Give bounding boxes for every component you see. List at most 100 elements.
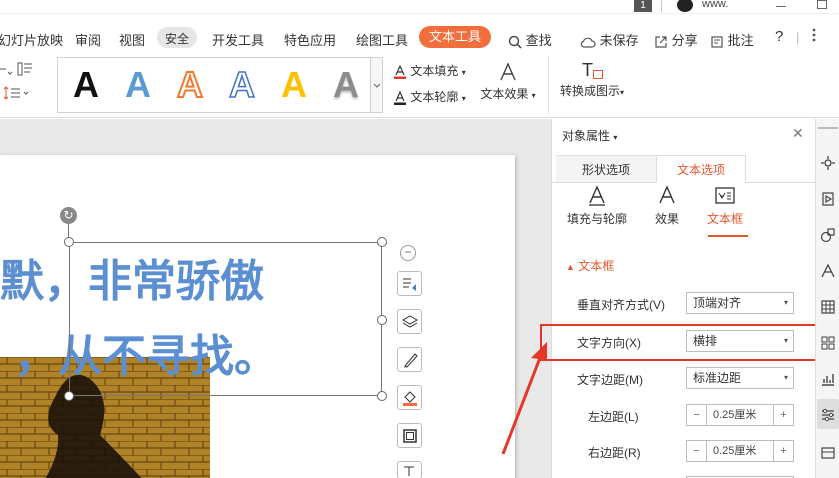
style-black[interactable]: A (62, 62, 110, 108)
increment-button[interactable]: + (773, 441, 793, 461)
save-status-label: 未保存 (599, 33, 639, 48)
left-margin-stepper[interactable]: − 0.25厘米 + (686, 404, 794, 426)
resize-handle-tl[interactable] (64, 237, 74, 247)
left-margin-value[interactable]: 0.25厘米 (713, 405, 756, 425)
fill-style-button[interactable] (397, 385, 422, 410)
subtab-textbox[interactable]: 文本框 (690, 185, 760, 227)
line-spacing-icon[interactable] (0, 62, 34, 76)
text-effect-label: 文本效果 (480, 87, 529, 101)
convert-diagram-icon-letter: T (582, 60, 593, 80)
pen-icon (404, 353, 418, 368)
chevron-down-icon: ▾ (783, 298, 788, 307)
ribbon: A A A A A A 文本填充 ▾ 文本轮廓 ▾ 文本效果 ▾ T 转换成图示… (0, 52, 839, 118)
vertical-align-select[interactable]: 顶端对齐 ▾ (686, 292, 794, 314)
subtab-fill-outline-label: 填充与轮廓 (566, 212, 627, 226)
menu-security[interactable]: 安全 (157, 27, 198, 48)
style-blue[interactable]: A (114, 62, 162, 108)
highlight-box (540, 324, 818, 361)
collapse-triangle-icon: ▲ (566, 262, 575, 272)
text-style-icon[interactable] (820, 263, 836, 279)
comment-button[interactable]: 批注 (710, 30, 754, 49)
chevron-down-icon: ▾ (783, 373, 788, 382)
resize-handle-r[interactable] (377, 315, 387, 325)
decrement-button[interactable]: − (687, 441, 707, 461)
style-orange-outline[interactable]: A (166, 62, 214, 108)
resize-handle-bl[interactable] (64, 391, 74, 401)
style-gray[interactable]: A (322, 62, 370, 108)
menu-view[interactable]: 视图 (119, 30, 145, 49)
text-box-selection[interactable] (69, 242, 382, 396)
doc-count-badge: 1 (634, 0, 652, 12)
chart-icon[interactable] (820, 371, 836, 387)
paragraph-spacing-icon[interactable] (4, 86, 30, 100)
layer-button[interactable] (397, 309, 422, 334)
frame-icon (403, 429, 417, 443)
share-icon (655, 35, 667, 48)
search-label: 查找 (525, 33, 552, 48)
menu-slideshow[interactable]: 幻灯片放映 (0, 30, 63, 49)
paint-bucket-icon (403, 391, 417, 406)
menu-review[interactable]: 审阅 (75, 30, 101, 49)
section-textbox[interactable]: ▲ 文本框 (566, 257, 614, 274)
menu-dev-tools[interactable]: 开发工具 (212, 30, 264, 49)
search-button[interactable]: 查找 (508, 30, 552, 49)
user-name[interactable]: www. (702, 0, 728, 10)
share-button[interactable]: 分享 (654, 30, 698, 49)
properties-icon[interactable] (820, 407, 836, 423)
table-icon[interactable] (820, 299, 836, 315)
left-margin-label: 左边距(L) (588, 410, 639, 424)
subtab-fill-outline[interactable]: 填充与轮廓 (562, 185, 632, 227)
vertical-align-label: 垂直对齐方式(V) (577, 298, 665, 312)
border-style-button[interactable] (397, 423, 422, 448)
pen-style-button[interactable] (397, 347, 422, 372)
right-margin-label: 右边距(R) (588, 446, 641, 460)
right-margin-stepper[interactable]: − 0.25厘米 + (686, 440, 794, 462)
collapse-toolbar-button[interactable]: − (400, 245, 416, 261)
style-blue-outline[interactable]: A (218, 62, 266, 108)
text-effect-button[interactable]: 文本效果 ▾ (478, 62, 538, 102)
gallery-scroll[interactable] (371, 57, 383, 113)
text-outline-label: 文本轮廓 (410, 90, 459, 104)
right-margin-value[interactable]: 0.25厘米 (713, 441, 756, 461)
more-button[interactable] (811, 26, 817, 43)
text-fill-label: 文本填充 (410, 64, 459, 78)
grid-icon[interactable] (820, 335, 836, 351)
tab-text-options[interactable]: 文本选项 (656, 155, 746, 183)
avatar[interactable] (677, 0, 693, 12)
text-margin-select[interactable]: 标准边距 ▾ (686, 367, 794, 389)
menu-text-tools[interactable]: 文本工具 (419, 26, 491, 48)
text-outline-button[interactable]: 文本轮廓 ▾ (393, 88, 466, 105)
decrement-button[interactable]: − (687, 405, 707, 425)
shapes-icon[interactable] (820, 227, 836, 243)
cloud-icon (580, 37, 596, 48)
tab-shape-options[interactable]: 形状选项 (556, 155, 656, 183)
text-fill-button[interactable]: 文本填充 ▾ (393, 62, 466, 79)
animation-icon[interactable] (820, 191, 836, 207)
resize-handle-tr[interactable] (377, 237, 387, 247)
increment-button[interactable]: + (773, 405, 793, 425)
convert-to-diagram-button[interactable]: T 转换成图示▾ (557, 60, 627, 99)
subtab-active-underline (708, 235, 748, 237)
convert-label: 转换成图示 (559, 84, 620, 98)
maximize-icon[interactable] (817, 0, 827, 9)
text-wrap-icon (403, 278, 416, 291)
style-gold[interactable]: A (270, 62, 318, 108)
menu-drawing-tools[interactable]: 绘图工具 (356, 30, 408, 49)
help-button[interactable]: ? (775, 28, 783, 45)
text-wrap-button[interactable] (397, 271, 422, 296)
rotate-handle[interactable]: ↻ (60, 207, 77, 224)
pane-title[interactable]: 对象属性 ▾ (562, 127, 617, 144)
search-icon (508, 35, 522, 49)
strip-handle (818, 127, 838, 129)
settings-icon[interactable] (820, 155, 836, 171)
text-fill-icon (394, 64, 406, 79)
resize-handle-br[interactable] (377, 391, 387, 401)
title-bar: 1 www. (0, 0, 839, 14)
save-status-button[interactable]: 未保存 (580, 30, 639, 49)
menu-special-apps[interactable]: 特色应用 (284, 30, 336, 49)
minimize-icon[interactable] (776, 6, 786, 7)
close-icon[interactable]: ✕ (792, 125, 804, 142)
pane-title-label: 对象属性 (562, 129, 611, 143)
slide-layout-icon[interactable] (820, 445, 836, 461)
text-box-button[interactable] (397, 461, 422, 478)
